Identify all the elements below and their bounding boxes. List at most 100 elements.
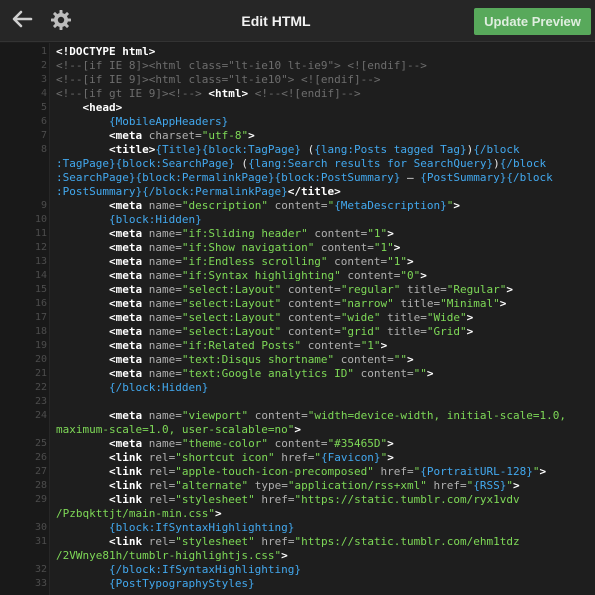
code-line[interactable]: 30 {block:IfSyntaxHighlighting} xyxy=(0,521,595,535)
code-token: title= xyxy=(380,311,427,324)
code-token: content= xyxy=(307,227,368,240)
code-token: content= xyxy=(267,437,328,450)
code-token: > xyxy=(281,549,288,562)
code-token: > xyxy=(407,353,414,366)
code-token: "" xyxy=(413,367,427,380)
code-token: "https://static.tumblr.com/ehm1tdz xyxy=(294,535,520,548)
code-line[interactable]: 16 <meta name="select:Layout" content="n… xyxy=(0,297,595,311)
code-line[interactable]: maximum-scale=1.0, user-scalable=no"> xyxy=(0,423,595,437)
code-line[interactable]: 12 <meta name="if:Show navigation" conte… xyxy=(0,241,595,255)
line-number: 8 xyxy=(40,144,47,155)
code-editor[interactable]: 1 <!DOCTYPE html> 2 <!--[if IE 8]><html cla… xyxy=(0,43,595,595)
code-line[interactable]: 24 <meta name="viewport" content="width=… xyxy=(0,409,595,423)
code-line[interactable]: 31 <link rel="stylesheet" href="https://… xyxy=(0,535,595,549)
code-line[interactable]: 27 <link rel="apple-touch-icon-precompos… xyxy=(0,465,595,479)
code-token: <meta xyxy=(108,311,143,324)
code-text: <title>{Title}{block:TagPage} ({lang:Pos… xyxy=(56,143,520,157)
code-token: ( xyxy=(301,143,315,156)
code-token: {/block:Hidden} xyxy=(108,381,209,394)
code-line[interactable]: 5 <head> xyxy=(0,101,595,115)
code-line[interactable]: /Pzbqkttjt/main-min.css"> xyxy=(0,507,595,521)
code-line[interactable]: 17 <meta name="select:Layout" content="w… xyxy=(0,311,595,325)
code-line[interactable]: 7 <meta charset="utf-8"> xyxy=(0,129,595,143)
code-token: "0" xyxy=(400,269,421,282)
code-line[interactable]: 20 <meta name="text:Disqus shortname" co… xyxy=(0,353,595,367)
code-token: > xyxy=(393,241,401,254)
code-line[interactable]: 6 {MobileAppHeaders} xyxy=(0,115,595,129)
code-line[interactable]: 18 <meta name="select:Layout" content="g… xyxy=(0,325,595,339)
code-text: <meta name="select:Layout" content="regu… xyxy=(56,283,513,297)
code-line[interactable]: 2 <!--[if IE 8]><html class="lt-ie10 lt-i… xyxy=(0,59,595,73)
code-line[interactable]: 9 <meta name="description" content="{Met… xyxy=(0,199,595,213)
code-token: "" xyxy=(393,353,408,366)
code-line[interactable]: 1 <!DOCTYPE html> xyxy=(0,45,595,59)
code-token: name= xyxy=(142,269,182,282)
code-line[interactable]: 3 <!--[if IE 9]><html class="lt-ie10"> <!… xyxy=(0,73,595,87)
code-token: <meta xyxy=(108,283,143,296)
code-text: maximum-scale=1.0, user-scalable=no"> xyxy=(56,423,301,437)
code-token: <meta xyxy=(108,129,143,142)
code-line[interactable]: 21 <meta name="text:Google analytics ID"… xyxy=(0,367,595,381)
code-token: "shortcut icon" xyxy=(175,451,275,464)
code-line[interactable]: 13 <meta name="if:Endless scrolling" con… xyxy=(0,255,595,269)
code-token: > xyxy=(513,479,520,492)
code-token: content= xyxy=(314,241,374,254)
code-token: name= xyxy=(142,353,182,366)
code-token: > xyxy=(248,129,255,142)
code-text: /Pzbqkttjt/main-min.css"> xyxy=(56,507,222,521)
code-line[interactable]: 19 <meta name="if:Related Posts" content… xyxy=(0,339,595,353)
code-token: href= xyxy=(274,451,315,464)
code-token: rel= xyxy=(142,465,176,478)
code-text: <!--[if IE 8]><html class="lt-ie10 lt-ie… xyxy=(56,59,427,73)
code-line[interactable]: :PostSummary}{/block:PermalinkPage}</tit… xyxy=(0,185,595,199)
code-token: content= xyxy=(281,311,341,324)
line-number: 17 xyxy=(34,312,47,323)
code-line[interactable]: 4 <!--[if gt IE 9]><!--> <html> <!--<![en… xyxy=(0,87,595,101)
code-token: "if:Show navigation" xyxy=(181,241,315,254)
update-preview-button[interactable]: Update Preview xyxy=(474,8,591,35)
line-number: 11 xyxy=(34,228,47,239)
code-line[interactable]: :SearchPage}{block:PermalinkPage}{block:… xyxy=(0,171,595,185)
code-token: "Grid" xyxy=(426,325,467,338)
code-line[interactable]: 23 xyxy=(0,395,595,409)
code-lines[interactable]: 1 <!DOCTYPE html> 2 <!--[if IE 8]><html cla… xyxy=(0,43,595,591)
code-token: <meta xyxy=(108,255,143,268)
line-number: 15 xyxy=(34,284,47,295)
code-token: content= xyxy=(301,339,361,352)
code-token: "Regular" xyxy=(446,283,507,296)
code-line[interactable]: 22 {/block:Hidden} xyxy=(0,381,595,395)
code-token: > xyxy=(426,367,434,380)
code-line[interactable]: 32 {/block:IfSyntaxHighlighting} xyxy=(0,563,595,577)
code-line[interactable]: :TagPage}{block:SearchPage} ({lang:Searc… xyxy=(0,157,595,171)
code-line[interactable]: 29 <link rel="stylesheet" href="https://… xyxy=(0,493,595,507)
code-line[interactable]: 15 <meta name="select:Layout" content="r… xyxy=(0,283,595,297)
code-text: {MobileAppHeaders} xyxy=(56,115,228,129)
line-number: 9 xyxy=(40,200,47,211)
code-token: "1" xyxy=(373,241,394,254)
line-number: 16 xyxy=(34,298,47,309)
code-token: {block:Hidden} xyxy=(108,213,202,226)
code-line[interactable]: 33 {PostTypographyStyles} xyxy=(0,577,595,591)
code-line[interactable]: 14 <meta name="if:Syntax highlighting" c… xyxy=(0,269,595,283)
code-line[interactable]: 10 {block:Hidden} xyxy=(0,213,595,227)
code-token: " xyxy=(532,465,540,478)
code-token: content= xyxy=(327,255,388,268)
code-token: <link xyxy=(108,535,143,548)
code-line[interactable]: /2VWnye81h/tumblr-highlightjs.css"> xyxy=(0,549,595,563)
code-line[interactable]: 28 <link rel="alternate" type="applicati… xyxy=(0,479,595,493)
line-number: 20 xyxy=(34,354,47,365)
code-text: <link rel="shortcut icon" href="{Favicon… xyxy=(56,451,394,465)
code-line[interactable]: 26 <link rel="shortcut icon" href="{Favi… xyxy=(0,451,595,465)
code-line[interactable]: 25 <meta name="theme-color" content="#35… xyxy=(0,437,595,451)
code-line[interactable]: 8 <title>{Title}{block:TagPage} ({lang:P… xyxy=(0,143,595,157)
code-token: <html> xyxy=(208,87,249,100)
code-line[interactable]: 11 <meta name="if:Sliding header" conten… xyxy=(0,227,595,241)
code-token: > xyxy=(407,255,414,268)
code-text: <meta name="if:Related Posts" content="1… xyxy=(56,339,387,353)
code-token: {MobileAppHeaders} xyxy=(108,115,229,128)
